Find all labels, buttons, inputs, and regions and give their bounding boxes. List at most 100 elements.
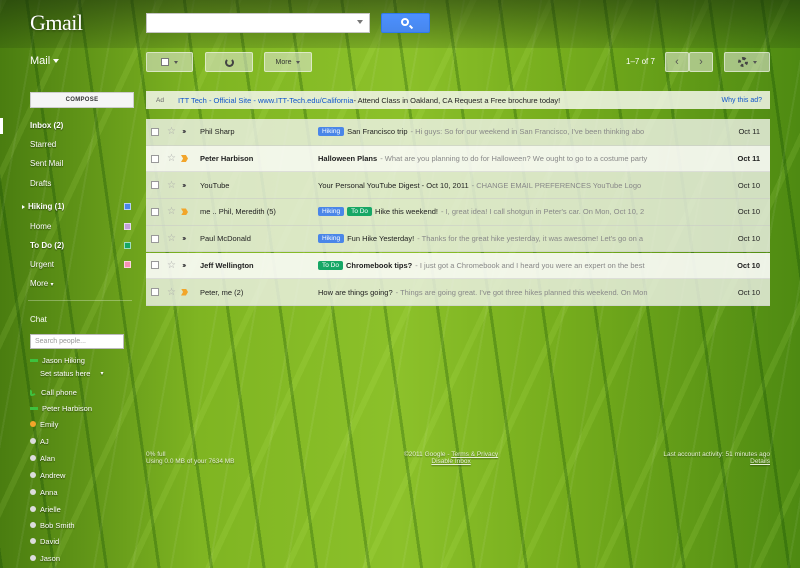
- importance-marker-icon[interactable]: [182, 130, 187, 134]
- newer-button[interactable]: ‹: [665, 52, 689, 72]
- label-color-urgent[interactable]: [124, 261, 131, 268]
- email-subject: Chromebook tips?: [345, 260, 413, 270]
- expand-arrow-icon[interactable]: [22, 204, 25, 209]
- chat-contact[interactable]: Alan: [30, 451, 55, 465]
- importance-marker-icon[interactable]: [182, 263, 187, 267]
- chat-contact[interactable]: David: [30, 534, 59, 548]
- sidebar-item-sent[interactable]: Sent Mail: [30, 159, 130, 175]
- chat-contact[interactable]: Arielle: [30, 502, 61, 516]
- label-badge[interactable]: To Do: [347, 207, 373, 217]
- email-content: Hiking Fun Hike Yesterday! - Thanks for t…: [318, 234, 720, 244]
- status-offline-icon: [30, 455, 36, 461]
- contact-name: Anna: [40, 487, 58, 497]
- label-badge[interactable]: Hiking: [318, 234, 345, 244]
- label-badge[interactable]: To Do: [318, 260, 343, 270]
- gear-icon: [737, 57, 748, 67]
- details-link[interactable]: Details: [663, 458, 770, 465]
- search-button[interactable]: [381, 13, 430, 33]
- sidebar-item-inbox[interactable]: Inbox (2): [30, 121, 130, 137]
- star-icon[interactable]: ☆: [167, 206, 177, 217]
- chat-call-phone[interactable]: Call phone: [30, 385, 77, 399]
- ad-link[interactable]: ITT Tech - Official Site - www.ITT-Tech.…: [178, 96, 353, 105]
- older-button[interactable]: ›: [689, 52, 713, 72]
- star-icon[interactable]: ☆: [167, 260, 177, 271]
- label-color-home[interactable]: [124, 223, 131, 230]
- settings-button[interactable]: [724, 52, 770, 72]
- email-sender: Paul McDonald: [200, 234, 251, 244]
- chat-contact[interactable]: Bob Smith: [30, 518, 75, 532]
- select-button[interactable]: [146, 52, 193, 72]
- terms-link[interactable]: Terms & Privacy: [451, 451, 498, 458]
- refresh-button[interactable]: [205, 52, 253, 72]
- sidebar-item-starred[interactable]: Starred: [30, 140, 130, 156]
- email-snippet: - Hi guys: So for our weekend in San Fra…: [410, 127, 645, 137]
- contact-name: Alan: [40, 453, 56, 463]
- usage-percent: 0% full: [146, 451, 166, 458]
- chat-contact[interactable]: Andrew: [30, 468, 65, 482]
- contact-name: Bob Smith: [40, 520, 75, 530]
- chat-me[interactable]: Jason Hiking: [30, 353, 85, 367]
- email-subject: San Francisco trip: [347, 127, 408, 137]
- status-offline-icon: [30, 438, 36, 444]
- chat-contact[interactable]: Anna: [30, 485, 58, 499]
- sidebar-item-hiking[interactable]: Hiking (1): [22, 202, 122, 218]
- email-row[interactable]: ☆ Phil Sharp Hiking San Francisco trip - Hi…: [146, 119, 770, 146]
- search-options-icon[interactable]: [357, 20, 363, 24]
- star-icon[interactable]: ☆: [167, 180, 177, 191]
- chat-status-select[interactable]: Set status here ▾: [40, 366, 103, 380]
- gmail-logo[interactable]: Gmail: [30, 10, 83, 36]
- email-row[interactable]: ☆ me .. Phil, Meredith (5) Hiking To Do Hike…: [146, 199, 770, 226]
- status-offline-icon: [30, 472, 36, 478]
- sidebar-item-home[interactable]: Home: [30, 222, 130, 238]
- select-checkbox[interactable]: [151, 154, 159, 163]
- sidebar-item-urgent[interactable]: Urgent: [30, 260, 130, 276]
- contact-name: AJ: [40, 436, 49, 446]
- email-row[interactable]: ☆ Peter Harbison Halloween Plans - What ar…: [146, 145, 770, 173]
- search-input[interactable]: [146, 13, 370, 33]
- chat-contact[interactable]: Emily: [30, 417, 58, 431]
- select-checkbox[interactable]: [151, 181, 159, 190]
- label-color-todo[interactable]: [124, 242, 131, 249]
- star-icon[interactable]: ☆: [167, 126, 177, 137]
- chat-contact[interactable]: AJ: [30, 434, 49, 448]
- sidebar-item-todo[interactable]: To Do (2): [30, 241, 130, 257]
- email-row[interactable]: ☆ YouTube Your Personal YouTube Digest - O…: [146, 172, 770, 200]
- importance-marker-icon[interactable]: [182, 237, 187, 241]
- email-row[interactable]: ☆ Peter, me (2) How are things going? - Th…: [146, 279, 770, 306]
- sidebar-item-drafts[interactable]: Drafts: [30, 179, 130, 195]
- email-row[interactable]: ☆ Jeff Wellington To Do Chromebook tips? - …: [146, 252, 770, 280]
- importance-marker-icon[interactable]: [181, 208, 188, 216]
- label-color-hiking[interactable]: [124, 203, 131, 210]
- chat-search-input[interactable]: Search people...: [30, 334, 124, 349]
- select-checkbox[interactable]: [151, 288, 159, 297]
- email-row[interactable]: ☆ Paul McDonald Hiking Fun Hike Yesterday! …: [146, 225, 770, 253]
- chat-contact[interactable]: Peter Harbison: [30, 401, 92, 415]
- select-checkbox[interactable]: [151, 234, 159, 243]
- star-icon[interactable]: ☆: [167, 287, 177, 298]
- disable-inbox-link[interactable]: Disable Inbox: [404, 458, 498, 465]
- status-offline-icon: [30, 506, 36, 512]
- star-icon[interactable]: ☆: [167, 153, 177, 164]
- compose-button[interactable]: COMPOSE: [30, 92, 134, 108]
- select-checkbox[interactable]: [151, 207, 159, 216]
- more-button[interactable]: More: [264, 52, 312, 72]
- importance-marker-icon[interactable]: [182, 183, 187, 187]
- label-badge[interactable]: Hiking: [318, 127, 345, 137]
- label-badge[interactable]: Hiking: [318, 207, 345, 217]
- importance-marker-icon[interactable]: [181, 155, 188, 163]
- star-icon[interactable]: ☆: [167, 233, 177, 244]
- select-checkbox[interactable]: [151, 127, 159, 136]
- email-content: To Do Chromebook tips? - I just got a Chr…: [318, 260, 720, 270]
- chevron-down-icon: [53, 59, 60, 64]
- sidebar-item-more[interactable]: More ▾: [30, 279, 130, 295]
- account-activity: Last account activity: 51 minutes ago De…: [663, 451, 770, 465]
- footer-legal: ©2011 Google - Terms & Privacy Disable I…: [404, 451, 498, 465]
- email-subject: Hike this weekend!: [375, 207, 438, 217]
- select-checkbox[interactable]: [151, 261, 159, 270]
- email-subject: How are things going?: [318, 287, 393, 297]
- chat-contact[interactable]: Jason: [30, 551, 60, 565]
- why-this-ad-link[interactable]: Why this ad?: [722, 97, 762, 104]
- email-sender: Peter Harbison: [200, 154, 254, 164]
- importance-marker-icon[interactable]: [181, 288, 188, 296]
- mail-dropdown[interactable]: Mail: [30, 55, 60, 67]
